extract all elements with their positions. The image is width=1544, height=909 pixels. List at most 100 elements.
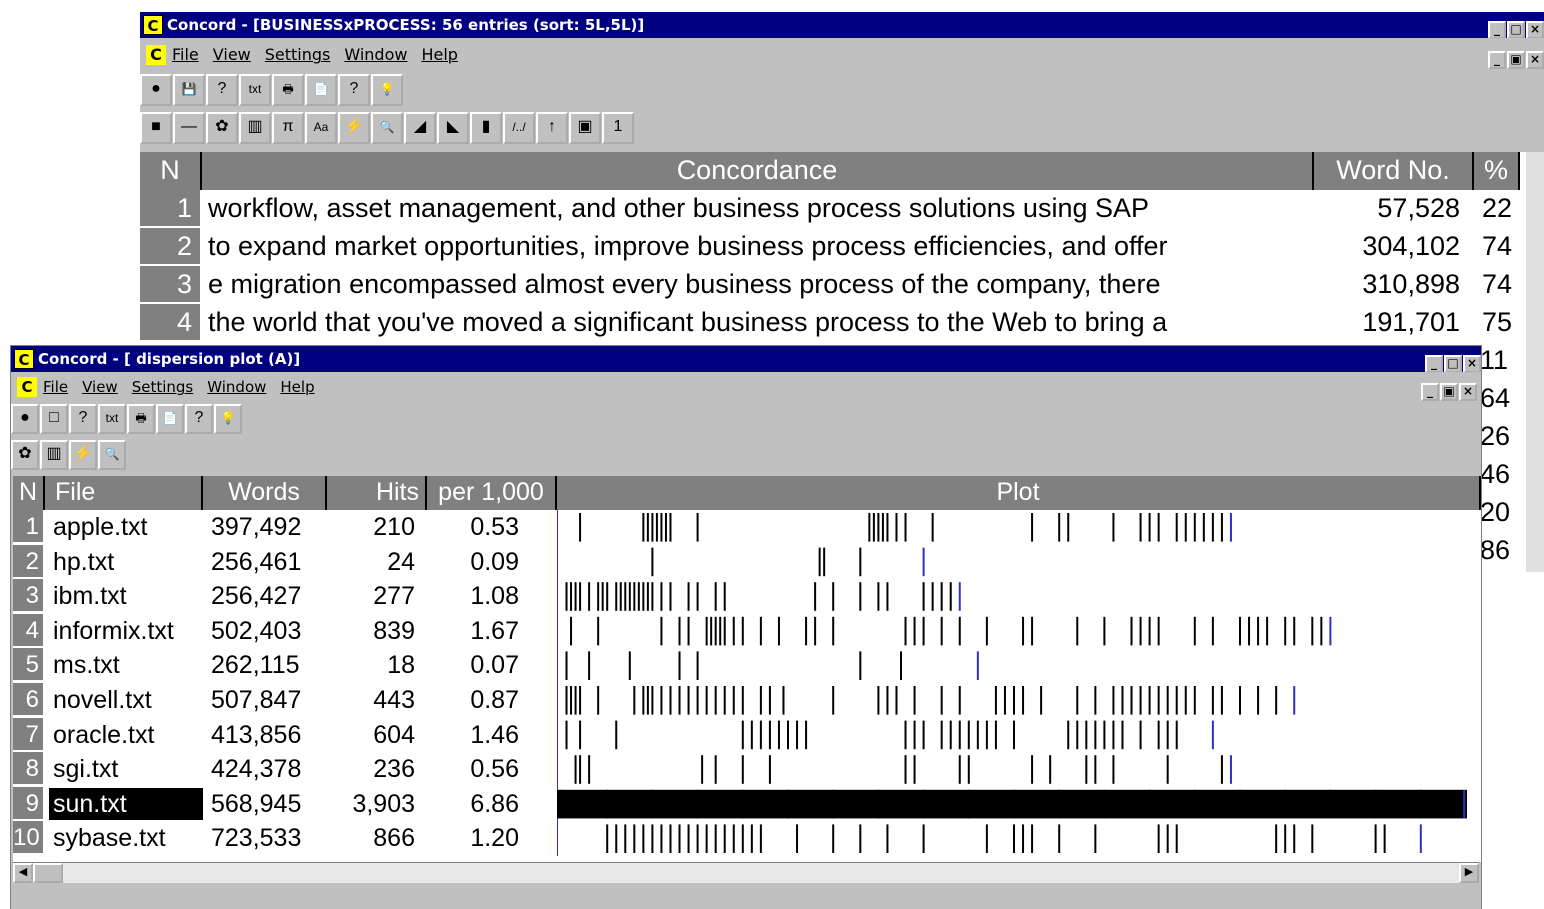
columns-icon[interactable]: ▥: [239, 112, 271, 144]
concordance-line[interactable]: workflow, asset management, and other bu…: [208, 190, 1308, 226]
word-count[interactable]: 256,461: [211, 545, 321, 579]
file-name[interactable]: apple.txt: [49, 511, 203, 543]
row-number[interactable]: 10: [13, 821, 43, 856]
menu-view[interactable]: View: [213, 42, 251, 68]
col-hits-header[interactable]: Hits: [327, 476, 427, 510]
word-number[interactable]: 304,102: [1320, 228, 1460, 264]
app-icon[interactable]: C: [14, 349, 34, 369]
per-1000-value[interactable]: 0.07: [427, 648, 519, 682]
file-name[interactable]: ibm.txt: [49, 580, 203, 612]
minimize-icon[interactable]: _: [1425, 355, 1443, 372]
print-preview-icon[interactable]: 📄: [156, 404, 184, 434]
per-1000-value[interactable]: 0.53: [427, 510, 519, 544]
hit-count[interactable]: 866: [327, 821, 415, 855]
word-number[interactable]: 191,701: [1320, 304, 1460, 340]
word-count[interactable]: 723,533: [211, 821, 321, 855]
menu-settings[interactable]: Settings: [132, 374, 194, 400]
percent-value[interactable]: 75: [1474, 304, 1520, 340]
file-name[interactable]: oracle.txt: [49, 719, 203, 751]
clipboard-icon[interactable]: ▣: [569, 112, 601, 144]
per-1000-value[interactable]: 6.86: [427, 787, 519, 821]
zap-icon[interactable]: ⚡: [338, 112, 370, 144]
doc-icon[interactable]: C: [17, 377, 37, 397]
col-n-header[interactable]: N: [13, 476, 45, 510]
menu-file[interactable]: File: [172, 42, 199, 68]
col-concordance-header[interactable]: Concordance: [202, 152, 1314, 190]
word-number[interactable]: 57,528: [1320, 190, 1460, 226]
row-number[interactable]: 6: [13, 683, 43, 717]
columns-icon[interactable]: ▥: [40, 440, 68, 470]
maximize-icon[interactable]: □: [1444, 355, 1462, 372]
line-icon[interactable]: —: [173, 112, 205, 144]
doc-restore-icon[interactable]: ▣: [1507, 51, 1525, 69]
row-number[interactable]: 4: [140, 304, 200, 342]
hit-count[interactable]: 604: [327, 718, 415, 752]
menu-help[interactable]: Help: [280, 374, 314, 400]
per-1000-value[interactable]: 1.20: [427, 821, 519, 855]
word-count[interactable]: 262,115: [211, 648, 321, 682]
help-icon[interactable]: ?: [185, 404, 213, 434]
settings-icon[interactable]: ✿: [11, 440, 39, 470]
doc-icon[interactable]: C: [146, 45, 166, 65]
scroll-right-icon[interactable]: ▶: [1459, 863, 1479, 883]
word-number[interactable]: 310,898: [1320, 266, 1460, 302]
row-number[interactable]: 4: [13, 613, 43, 648]
zap-icon[interactable]: ⚡: [69, 440, 97, 470]
search-icon[interactable]: 🔍: [371, 112, 403, 144]
scroll-thumb[interactable]: [33, 863, 63, 883]
close-icon[interactable]: ×: [1463, 355, 1481, 372]
hit-count[interactable]: 443: [327, 683, 415, 717]
row-number[interactable]: 2: [140, 228, 200, 266]
file-name[interactable]: sybase.txt: [49, 822, 203, 854]
close-icon[interactable]: ×: [1526, 21, 1544, 38]
per-1000-value[interactable]: 0.87: [427, 683, 519, 717]
percent-value[interactable]: 64: [1480, 380, 1510, 416]
print-preview-icon[interactable]: 📄: [305, 74, 337, 106]
concordance-line[interactable]: to expand market opportunities, improve …: [208, 228, 1308, 264]
row-number[interactable]: 1: [140, 190, 200, 228]
doc-close-icon[interactable]: ×: [1459, 383, 1477, 401]
percent-value[interactable]: 22: [1474, 190, 1520, 226]
menu-window[interactable]: Window: [344, 42, 407, 68]
per-1000-value[interactable]: 0.09: [427, 545, 519, 579]
hit-count[interactable]: 236: [327, 752, 415, 786]
percent-value[interactable]: 74: [1474, 266, 1520, 302]
hit-count[interactable]: 24: [327, 545, 415, 579]
percent-value[interactable]: 20: [1480, 494, 1510, 530]
row-number[interactable]: 2: [13, 544, 43, 579]
settings-icon[interactable]: ✿: [206, 112, 238, 144]
concordance-line[interactable]: e migration encompassed almost every bus…: [208, 266, 1308, 302]
col-file-header[interactable]: File: [45, 476, 203, 510]
file-name[interactable]: ms.txt: [49, 649, 203, 681]
concordance-vertical-scrollbar[interactable]: [1526, 152, 1544, 572]
font-icon[interactable]: Aa: [305, 112, 337, 144]
file-name[interactable]: novell.txt: [49, 684, 203, 716]
percent-value[interactable]: 26: [1480, 418, 1510, 454]
row-number[interactable]: 3: [140, 266, 200, 304]
sort-left-icon[interactable]: ◢: [404, 112, 436, 144]
hit-count[interactable]: 277: [327, 579, 415, 613]
save-icon[interactable]: 💾: [173, 74, 205, 106]
doc-minimize-icon[interactable]: _: [1421, 383, 1439, 401]
txt-icon[interactable]: txt: [239, 74, 271, 106]
hit-count[interactable]: 3,903: [327, 787, 415, 821]
hit-count[interactable]: 839: [327, 614, 415, 648]
percent-value[interactable]: 11: [1480, 342, 1508, 378]
file-name[interactable]: sun.txt: [49, 787, 203, 820]
word-count[interactable]: 424,378: [211, 752, 321, 786]
save-icon[interactable]: □: [40, 404, 68, 434]
pi-icon[interactable]: π: [272, 112, 304, 144]
row-number[interactable]: 1: [13, 510, 43, 544]
row-number[interactable]: 9: [13, 786, 43, 821]
txt-icon[interactable]: txt: [98, 404, 126, 434]
menu-window[interactable]: Window: [207, 374, 266, 400]
print-icon[interactable]: 🖶: [272, 74, 304, 106]
print-icon[interactable]: 🖶: [127, 404, 155, 434]
menu-view[interactable]: View: [82, 374, 118, 400]
per-1000-value[interactable]: 1.08: [427, 579, 519, 613]
col-plot-header[interactable]: Plot: [557, 476, 1481, 510]
pattern-icon[interactable]: /../: [503, 112, 535, 144]
minimize-icon[interactable]: _: [1488, 21, 1506, 38]
word-count[interactable]: 502,403: [211, 614, 321, 648]
word-count[interactable]: 413,856: [211, 718, 321, 752]
